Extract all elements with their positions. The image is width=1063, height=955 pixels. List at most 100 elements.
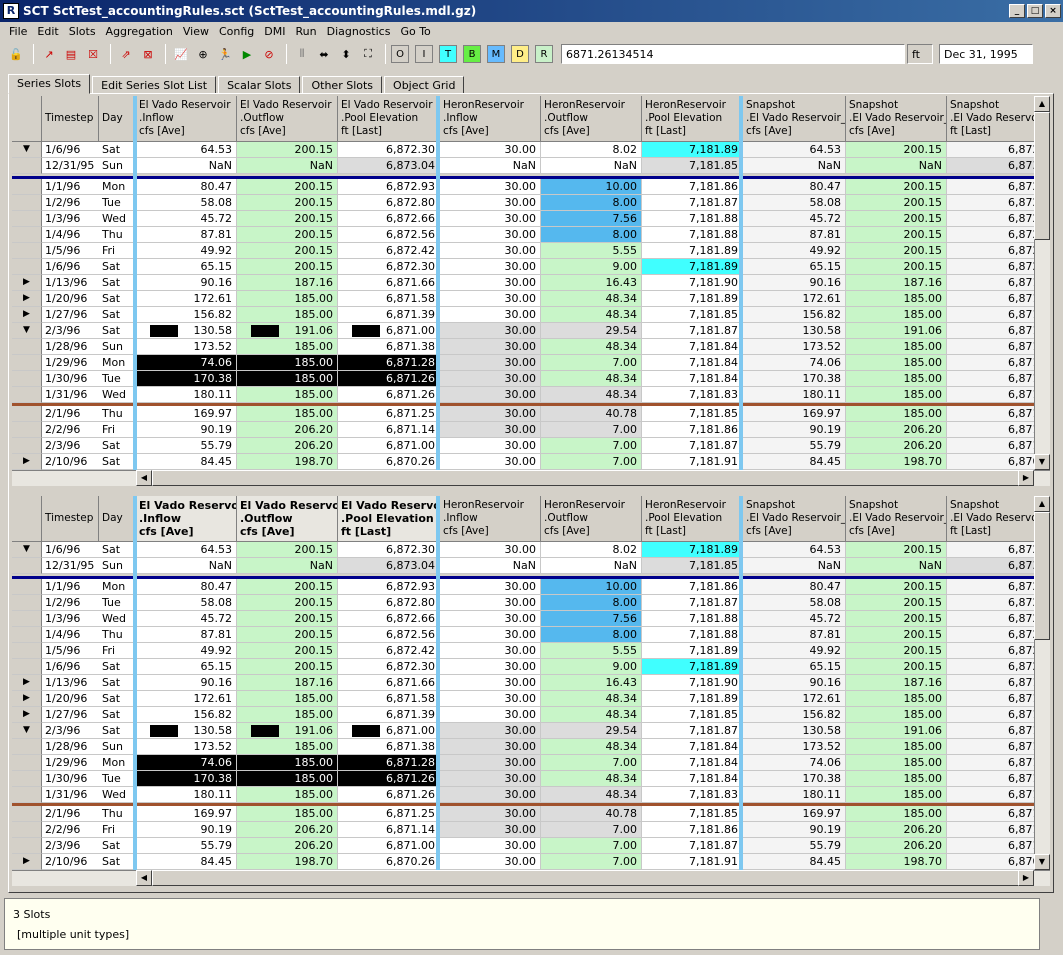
data-cell[interactable]: 6,871. [947,387,1048,403]
data-cell[interactable]: 8.00 [541,595,642,611]
data-cell[interactable]: 7.00 [541,422,642,438]
data-cell[interactable]: 30.00 [440,307,541,323]
data-cell[interactable]: 7,181.86 [642,579,743,595]
data-cell[interactable]: 58.08 [743,195,846,211]
row-timestep[interactable]: 1/1/96 [42,579,99,595]
scroll-down-button[interactable]: ▼ [1034,854,1050,870]
data-cell[interactable]: 48.34 [541,291,642,307]
data-cell[interactable]: 185.00 [846,691,947,707]
menu-file[interactable]: File [4,25,32,38]
data-cell[interactable]: 65.15 [743,659,846,675]
data-cell[interactable]: 7,181.88 [642,227,743,243]
data-cell[interactable]: 7.00 [541,854,642,870]
data-cell[interactable]: 169.97 [743,806,846,822]
scroll-up-button[interactable]: ▲ [1034,96,1050,112]
data-cell[interactable]: 6,872. [947,195,1048,211]
row-timestep[interactable]: 1/1/96 [42,179,99,195]
data-cell[interactable]: 80.47 [743,579,846,595]
row-timestep[interactable]: 2/3/96 [42,323,99,339]
data-cell[interactable]: 185.00 [237,387,338,403]
data-cell[interactable]: 6,872.80 [338,195,440,211]
data-cell[interactable]: 90.16 [743,275,846,291]
column-header-4[interactable]: HeronReservoir .Inflow cfs [Ave] [440,96,541,142]
columns-icon[interactable]: ⦀ [292,44,312,64]
scroll-right-button[interactable]: ▶ [1018,870,1034,886]
data-cell[interactable]: 200.15 [846,627,947,643]
row-timestep[interactable]: 1/20/96 [42,691,99,707]
data-cell[interactable]: 173.52 [743,339,846,355]
menu-dmi[interactable]: DMI [259,25,290,38]
data-cell[interactable]: 200.15 [846,211,947,227]
data-cell[interactable]: 200.15 [846,142,947,158]
data-cell[interactable]: 87.81 [136,627,237,643]
data-cell[interactable]: 30.00 [440,579,541,595]
data-cell[interactable]: 6,871. [947,323,1048,339]
data-cell[interactable]: 6,871. [947,307,1048,323]
delete-icon[interactable]: ⊠ [138,44,158,64]
play-icon[interactable]: ▶ [237,44,257,64]
data-cell[interactable]: 200.15 [237,142,338,158]
data-cell[interactable]: 6,871. [947,755,1048,771]
row-timestep[interactable]: 2/1/96 [42,406,99,422]
data-cell[interactable]: 206.20 [846,438,947,454]
scroll-thumb[interactable] [152,870,1020,886]
data-cell[interactable]: 6,871. [947,355,1048,371]
data-cell[interactable]: 200.15 [846,542,947,558]
column-header-1[interactable]: El Vado Reservoir.Inflowcfs [Ave] [136,96,237,142]
row-timestep[interactable]: 1/4/96 [42,627,99,643]
column-header-4[interactable]: HeronReservoir .Inflow cfs [Ave] [440,496,541,542]
data-cell[interactable]: 170.38 [136,771,237,787]
data-cell[interactable]: 6,870.26 [338,854,440,870]
data-cell[interactable]: 180.11 [743,387,846,403]
data-cell[interactable]: 7,181.89 [642,659,743,675]
row-expand-marker[interactable]: ▶ [12,675,42,691]
flag-d-button[interactable]: D [511,45,529,63]
row-expand-marker[interactable]: ▼ [12,142,42,158]
column-header-3[interactable]: El Vado Reservoir .Pool Elevation ft [Last… [338,496,440,542]
data-cell[interactable]: 90.19 [136,422,237,438]
tab-object-grid[interactable]: Object Grid [384,76,465,94]
data-cell[interactable]: 8.00 [541,627,642,643]
data-cell[interactable]: 16.43 [541,675,642,691]
data-cell[interactable]: 48.34 [541,307,642,323]
data-cell[interactable]: 185.00 [846,787,947,803]
data-cell[interactable]: 7,181.84 [642,771,743,787]
data-cell[interactable]: 7,181.85 [642,707,743,723]
row-timestep[interactable]: 1/3/96 [42,211,99,227]
data-cell[interactable]: 45.72 [136,211,237,227]
horizontal-scrollbar[interactable]: ◀ ▶ [136,470,1050,486]
row-timestep[interactable]: 1/29/96 [42,355,99,371]
data-cell[interactable]: 180.11 [136,787,237,803]
data-cell[interactable]: 7,181.89 [642,142,743,158]
row-timestep[interactable]: 2/3/96 [42,723,99,739]
data-cell[interactable]: 7,181.87 [642,838,743,854]
data-cell[interactable]: 185.00 [237,755,338,771]
flag-b-button[interactable]: B [463,45,481,63]
data-cell[interactable]: 90.16 [743,675,846,691]
data-cell[interactable]: 7,181.84 [642,339,743,355]
data-cell[interactable]: 170.38 [743,371,846,387]
data-cell[interactable]: 87.81 [743,627,846,643]
data-cell[interactable]: 170.38 [743,771,846,787]
data-cell[interactable]: 6,871.00 [338,438,440,454]
row-timestep[interactable]: 1/6/96 [42,659,99,675]
data-cell[interactable]: NaN [440,558,541,574]
data-cell[interactable]: 7,181.84 [642,371,743,387]
data-cell[interactable]: 169.97 [743,406,846,422]
data-cell[interactable]: 7.00 [541,755,642,771]
data-cell[interactable]: 185.00 [846,371,947,387]
row-expand-marker[interactable]: ▼ [12,323,42,339]
data-cell[interactable]: 187.16 [846,675,947,691]
data-cell[interactable]: 185.00 [237,291,338,307]
data-cell[interactable]: 30.00 [440,142,541,158]
data-cell[interactable]: 30.00 [440,806,541,822]
data-cell[interactable]: 7.00 [541,438,642,454]
data-cell[interactable]: 191.06 [846,323,947,339]
data-cell[interactable]: 7,181.89 [642,243,743,259]
fit-all-icon[interactable]: ⛶ [358,44,378,64]
scroll-right-button[interactable]: ▶ [1018,470,1034,486]
data-cell[interactable]: 173.52 [136,739,237,755]
row-timestep[interactable]: 1/28/96 [42,739,99,755]
data-cell[interactable]: 6,872. [947,542,1048,558]
data-cell[interactable]: 7,181.85 [642,558,743,574]
